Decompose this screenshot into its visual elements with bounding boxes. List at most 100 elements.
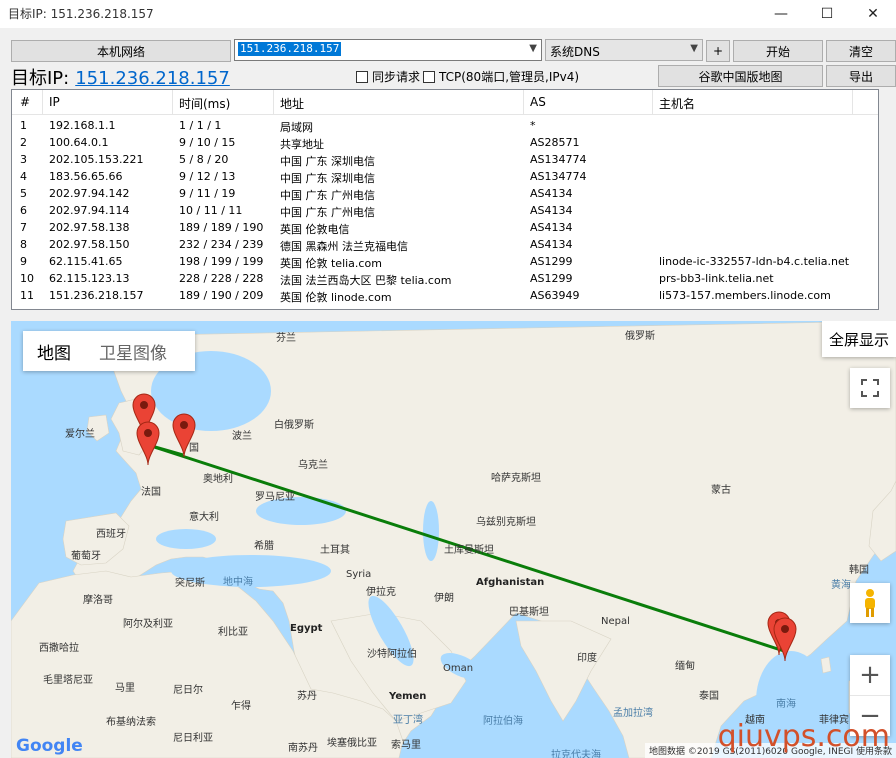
- col-header[interactable]: 时间(ms): [179, 95, 230, 112]
- table-row[interactable]: 9 62.115.41.65 198 / 199 / 199 英国 伦敦 telia.…: [12, 253, 878, 270]
- table-cell: 中国 广东 广州电信: [280, 206, 375, 219]
- map-label: 尼日尔: [173, 685, 203, 696]
- chevron-down-icon[interactable]: ▼: [529, 43, 537, 54]
- column-divider[interactable]: [273, 90, 274, 114]
- table-cell: 6: [20, 204, 27, 217]
- map-label: 乍得: [231, 701, 251, 712]
- map-label: 沙特阿拉伯: [367, 649, 417, 660]
- map-label: 西撒哈拉: [39, 643, 79, 654]
- maximize-button[interactable]: ☐: [804, 0, 850, 28]
- ip-combo[interactable]: 151.236.218.157 ▼: [234, 39, 542, 61]
- sync-request-checkbox[interactable]: 同步请求: [356, 68, 420, 85]
- table-cell: 189 / 190 / 209: [179, 289, 264, 302]
- map-label: 毛里塔尼亚: [43, 675, 93, 686]
- table-cell: AS4134: [530, 187, 573, 200]
- column-divider[interactable]: [172, 90, 173, 114]
- table-cell: AS1299: [530, 255, 573, 268]
- map-label: 尼日利亚: [173, 733, 213, 744]
- table-header: # IP 时间(ms) 地址 AS 主机名: [12, 90, 878, 115]
- table-cell: 10: [20, 272, 34, 285]
- table-cell: 英国 伦敦 linode.com: [280, 291, 392, 304]
- ip-combo-value: 151.236.218.157: [238, 42, 342, 56]
- table-cell: 183.56.65.66: [49, 170, 123, 183]
- map-label: 马里: [115, 683, 135, 694]
- map-type-tabs: 地图 卫星图像: [23, 331, 195, 371]
- dns-combo[interactable]: 系统DNS ▼: [545, 39, 703, 61]
- map-view[interactable]: 芬兰 俄罗斯 爱尔兰 白俄罗斯 波兰 国 乌克兰 哈萨克斯坦 蒙古 法国 奥地利…: [11, 321, 896, 758]
- table-cell: li573-157.members.linode.com: [659, 289, 831, 302]
- col-header[interactable]: 地址: [280, 95, 304, 112]
- col-header[interactable]: #: [20, 95, 30, 109]
- title-bar: 目标IP: 151.236.218.157 — ☐ ✕: [0, 0, 896, 28]
- map-label: 埃塞俄比亚: [327, 738, 377, 749]
- add-dns-button[interactable]: +: [706, 40, 730, 62]
- column-divider[interactable]: [652, 90, 653, 114]
- map-label: 土库曼斯坦: [444, 545, 494, 556]
- table-cell: AS134774: [530, 153, 587, 166]
- table-cell: 9 / 11 / 19: [179, 187, 236, 200]
- column-divider[interactable]: [523, 90, 524, 114]
- chevron-down-icon[interactable]: ▼: [690, 43, 698, 54]
- table-row[interactable]: 4 183.56.65.66 9 / 12 / 13 中国 广东 深圳电信 AS1347…: [12, 168, 878, 185]
- map-label: 波兰: [232, 431, 252, 442]
- table-row[interactable]: 6 202.97.94.114 10 / 11 / 11 中国 广东 广州电信 AS41…: [12, 202, 878, 219]
- map-canvas[interactable]: [11, 321, 896, 758]
- table-row[interactable]: 8 202.97.58.150 232 / 234 / 239 德国 黑森州 法兰克福…: [12, 236, 878, 253]
- zoom-in-button[interactable]: +: [850, 655, 890, 696]
- table-cell: 202.97.58.138: [49, 221, 130, 234]
- tab-satellite[interactable]: 卫星图像: [85, 339, 181, 364]
- table-cell: 202.97.94.114: [49, 204, 130, 217]
- table-cell: 189 / 189 / 190: [179, 221, 264, 234]
- table-row[interactable]: 2 100.64.0.1 9 / 10 / 15 共享地址 AS28571: [12, 134, 878, 151]
- start-button[interactable]: 开始: [733, 40, 823, 62]
- table-row[interactable]: 5 202.97.94.142 9 / 11 / 19 中国 广东 广州电信 AS413…: [12, 185, 878, 202]
- map-label: 俄罗斯: [625, 331, 655, 342]
- clear-button[interactable]: 清空: [826, 40, 896, 62]
- target-label: 目标IP: 151.236.218.157: [11, 64, 230, 90]
- export-button[interactable]: 导出: [826, 65, 896, 87]
- map-label: 希腊: [254, 541, 274, 552]
- tcp-label: TCP(80端口,管理员,IPv4): [439, 70, 580, 84]
- tab-map[interactable]: 地图: [23, 339, 85, 364]
- checkbox-icon[interactable]: [356, 70, 368, 83]
- table-cell: 9 / 12 / 13: [179, 170, 236, 183]
- map-label: 阿拉伯海: [483, 716, 523, 727]
- table-cell: 198 / 199 / 199: [179, 255, 264, 268]
- street-view-pegman-icon[interactable]: [850, 583, 890, 623]
- column-divider[interactable]: [42, 90, 43, 114]
- local-network-button[interactable]: 本机网络: [11, 40, 231, 62]
- table-cell: 2: [20, 136, 27, 149]
- map-label: 乌克兰: [298, 460, 328, 471]
- col-header[interactable]: IP: [49, 95, 60, 109]
- map-label: 阿尔及利亚: [123, 619, 173, 630]
- trace-table[interactable]: # IP 时间(ms) 地址 AS 主机名 1 192.168.1.1 1 / 1 …: [11, 89, 879, 310]
- table-row[interactable]: 1 192.168.1.1 1 / 1 / 1 局域网 *: [12, 117, 878, 134]
- table-row[interactable]: 10 62.115.123.13 228 / 228 / 228 法国 法兰西岛大区 …: [12, 270, 878, 287]
- map-label: 利比亚: [218, 627, 248, 638]
- close-button[interactable]: ✕: [850, 0, 896, 28]
- checkbox-icon[interactable]: [423, 70, 435, 83]
- window-title: 目标IP: 151.236.218.157: [8, 7, 154, 21]
- map-label: Oman: [443, 663, 474, 674]
- map-label: 摩洛哥: [83, 595, 113, 606]
- map-label: Egypt: [290, 623, 323, 634]
- table-cell: 9: [20, 255, 27, 268]
- table-row[interactable]: 11 151.236.218.157 189 / 190 / 209 英国 伦敦 li…: [12, 287, 878, 304]
- map-label: 南海: [776, 699, 796, 710]
- target-ip-link[interactable]: 151.236.218.157: [75, 68, 230, 89]
- minimize-button[interactable]: —: [758, 0, 804, 28]
- google-map-button[interactable]: 谷歌中国版地图: [658, 65, 823, 87]
- col-header[interactable]: 主机名: [659, 95, 695, 112]
- column-divider[interactable]: [852, 90, 853, 114]
- table-row[interactable]: 3 202.105.153.221 5 / 8 / 20 中国 广东 深圳电信 AS13…: [12, 151, 878, 168]
- fullscreen-text-button[interactable]: 全屏显示: [822, 321, 896, 357]
- map-label: 巴基斯坦: [509, 607, 549, 618]
- fullscreen-icon[interactable]: [850, 368, 890, 408]
- table-row[interactable]: 7 202.97.58.138 189 / 189 / 190 英国 伦敦电信 AS41…: [12, 219, 878, 236]
- map-label: 葡萄牙: [71, 551, 101, 562]
- table-cell: AS4134: [530, 221, 573, 234]
- table-cell: AS63949: [530, 289, 580, 302]
- tcp-checkbox[interactable]: TCP(80端口,管理员,IPv4): [423, 68, 579, 85]
- col-header[interactable]: AS: [530, 95, 546, 109]
- table-cell: 5: [20, 187, 27, 200]
